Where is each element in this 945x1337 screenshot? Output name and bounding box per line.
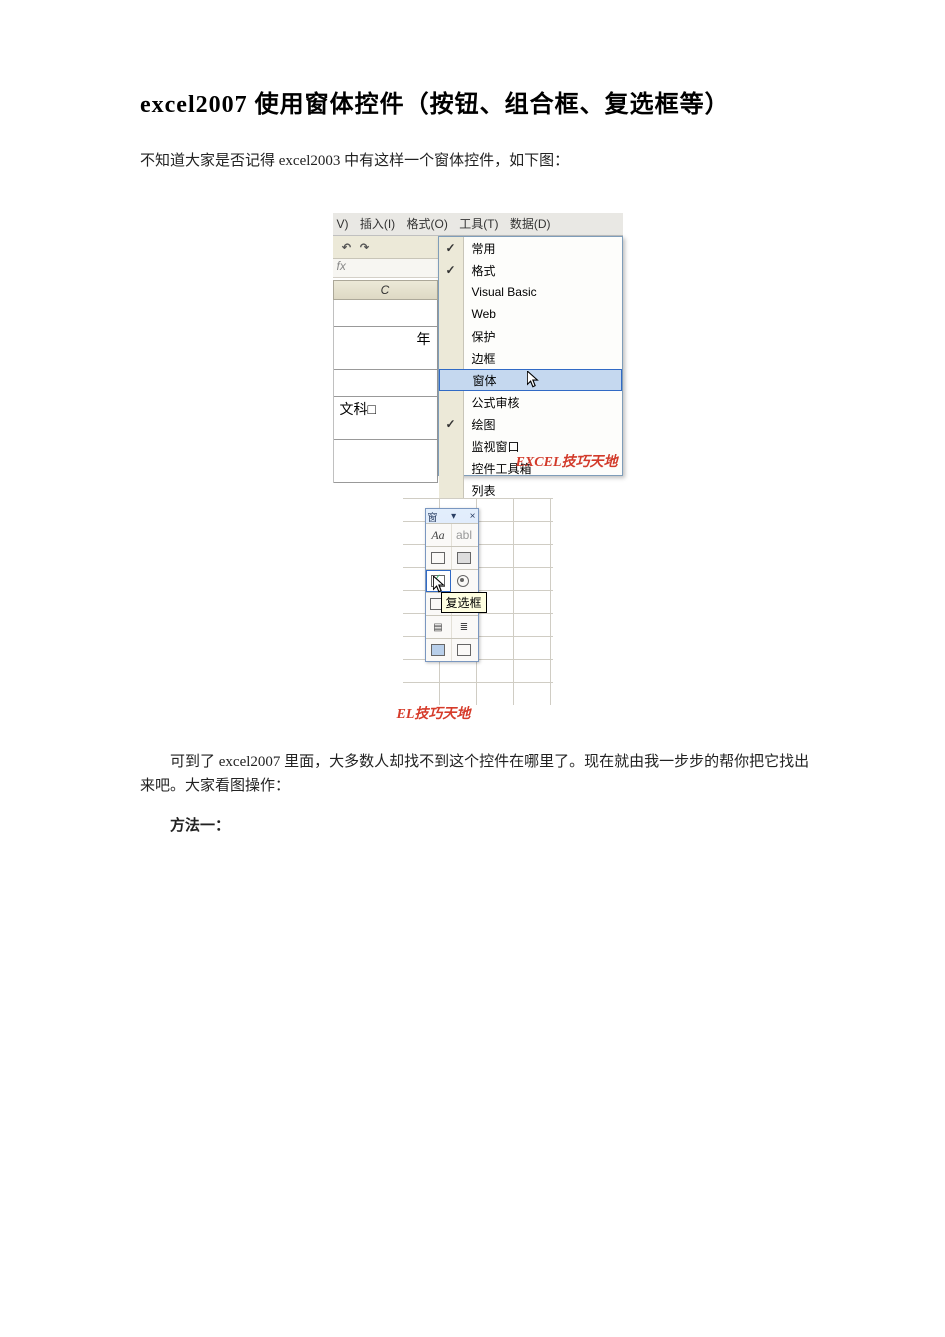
menubar-tools[interactable]: 工具(T)	[459, 217, 498, 231]
menu-item-label: 边框	[472, 350, 496, 367]
dropdown-icon[interactable]: ▾	[451, 511, 456, 522]
excel2003-menu-screenshot: V) 插入(I) 格式(O) 工具(T) 数据(D) ↶ ↷ fx C	[333, 213, 623, 476]
para2-text: 可到了 excel2007 里面，大多数人却找不到这个控件在哪里了。现在就由我一…	[140, 754, 809, 794]
body-paragraph-2: 可到了 excel2007 里面，大多数人却找不到这个控件在哪里了。现在就由我一…	[140, 750, 815, 798]
groupbox-control-button[interactable]	[426, 547, 452, 569]
menu-item-label: 格式	[472, 262, 496, 279]
menu-item-common[interactable]: ✓ 常用	[439, 237, 622, 259]
spinner-control-button[interactable]: ≣	[452, 616, 477, 638]
button-control-button[interactable]	[452, 547, 477, 569]
label-icon: Aa	[431, 528, 444, 543]
menubar-view[interactable]: V)	[337, 217, 349, 231]
spinner-icon: ≣	[460, 622, 468, 633]
intro-text: 不知道大家是否记得 excel2003 中有这样一个窗体控件，如下图：	[140, 153, 569, 169]
menu-item-visual-basic[interactable]: Visual Basic	[439, 281, 622, 303]
intro-paragraph: 不知道大家是否记得 excel2003 中有这样一个窗体控件，如下图：	[140, 149, 815, 173]
window-icon: 窗	[428, 509, 438, 524]
menu-item-drawing[interactable]: ✓ 绘图	[439, 413, 622, 435]
menubar-format[interactable]: 格式(O)	[407, 217, 448, 231]
menubar: V) 插入(I) 格式(O) 工具(T) 数据(D)	[333, 213, 623, 236]
menu-item-label: Web	[472, 307, 496, 321]
redo-icon[interactable]: ↷	[357, 239, 373, 255]
menu-item-protect[interactable]: 保护	[439, 325, 622, 347]
menu-item-label: 窗体	[473, 372, 497, 389]
menu-item-formula-audit[interactable]: 公式审核	[439, 391, 622, 413]
code-button[interactable]	[452, 639, 477, 661]
figure-1-container: V) 插入(I) 格式(O) 工具(T) 数据(D) ↶ ↷ fx C	[140, 213, 815, 476]
spreadsheet-cell-wenke[interactable]: 文科□	[334, 397, 438, 440]
properties-button[interactable]	[426, 639, 452, 661]
method-1-label: 方法一：	[170, 818, 230, 834]
scrollbar-icon: ▤	[433, 622, 442, 633]
figure-2-container: 窗 ▾ × Aa abl	[140, 498, 815, 710]
optionbutton-control-button[interactable]	[451, 570, 476, 592]
textbox-control-button[interactable]: abl	[452, 524, 477, 546]
menu-item-forms[interactable]: 窗体	[439, 369, 622, 391]
spreadsheet-cell-year[interactable]: 年	[334, 327, 438, 370]
menu-item-label: Visual Basic	[472, 285, 537, 299]
menu-item-label: 监视窗口	[472, 438, 520, 455]
menu-item-label: 公式审核	[472, 394, 520, 411]
page-title: excel2007 使用窗体控件（按钮、组合框、复选框等）	[140, 90, 815, 121]
menubar-data[interactable]: 数据(D)	[510, 217, 551, 231]
check-icon: ✓	[445, 417, 455, 431]
code-icon	[457, 644, 471, 656]
toolbar: ↶ ↷	[333, 236, 438, 259]
groupbox-icon	[431, 552, 445, 564]
spreadsheet-cell[interactable]	[334, 300, 438, 327]
tooltip-checkbox: 复选框	[441, 592, 487, 613]
check-icon: ✓	[445, 241, 455, 255]
radio-icon	[457, 575, 469, 587]
properties-icon	[431, 644, 445, 656]
left-column: ↶ ↷ fx C 年 文科□	[333, 236, 438, 476]
menubar-insert[interactable]: 插入(I)	[360, 217, 395, 231]
spreadsheet-cell[interactable]	[334, 440, 438, 483]
panel-titlebar[interactable]: 窗 ▾ ×	[426, 509, 478, 523]
menu-item-label: 绘图	[472, 416, 496, 433]
document-page: excel2007 使用窗体控件（按钮、组合框、复选框等） 不知道大家是否记得 …	[0, 0, 945, 1337]
menu-item-label: 列表	[472, 482, 496, 499]
menu-item-format[interactable]: ✓ 格式	[439, 259, 622, 281]
formula-bar-fx: fx	[333, 259, 438, 278]
menu-item-border[interactable]: 边框	[439, 347, 622, 369]
watermark-text: EL技巧天地	[397, 703, 471, 723]
spreadsheet-cell[interactable]	[334, 370, 438, 397]
cell-text: 年	[417, 329, 431, 349]
button-icon	[457, 552, 471, 564]
label-control-button[interactable]: Aa	[426, 524, 452, 546]
toolbars-dropdown-menu: ✓ 常用 ✓ 格式 Visual Basic Web	[438, 236, 623, 476]
cursor-icon	[433, 576, 447, 597]
undo-icon[interactable]: ↶	[339, 239, 355, 255]
forms-toolbar-screenshot: 窗 ▾ × Aa abl	[403, 498, 553, 705]
menu-item-label: 保护	[472, 328, 496, 345]
cursor-icon	[527, 371, 541, 389]
textbox-icon: abl	[456, 528, 472, 542]
cell-text: 文科□	[340, 399, 376, 419]
close-icon[interactable]: ×	[470, 511, 476, 522]
menu-item-web[interactable]: Web	[439, 303, 622, 325]
scrollbar-control-button[interactable]: ▤	[426, 616, 452, 638]
watermark-text: EXCEL技巧天地	[516, 451, 618, 471]
check-icon: ✓	[445, 263, 455, 277]
menu-item-label: 常用	[472, 240, 496, 257]
method-1-heading: 方法一：	[140, 814, 815, 838]
column-header-c[interactable]: C	[333, 280, 438, 300]
